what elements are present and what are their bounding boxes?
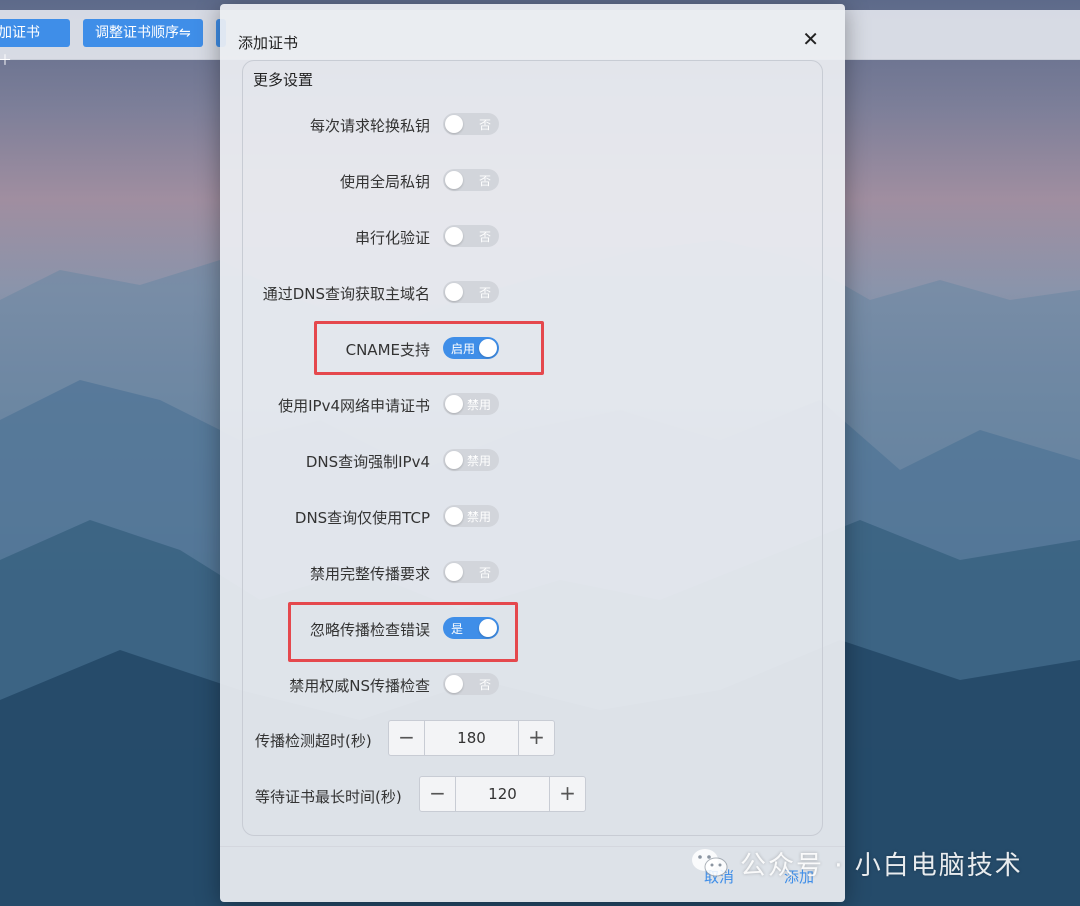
setting-label: 使用IPv4网络申请证书 — [278, 397, 430, 415]
watermark-text: 公众号 · 小白电脑技术 — [740, 850, 1023, 881]
toggle-knob — [445, 227, 463, 245]
dns-main-domain-toggle[interactable]: 否 — [443, 281, 499, 303]
increment-button[interactable]: + — [549, 777, 585, 811]
toggle-knob — [445, 451, 463, 469]
decrement-button[interactable]: − — [389, 721, 425, 755]
ipv4-network-toggle[interactable]: 禁用 — [443, 393, 499, 415]
propagation-timeout-input[interactable]: 180 — [425, 721, 518, 755]
toggle-state: 否 — [478, 118, 491, 132]
toggle-state: 否 — [478, 174, 491, 188]
toggle-knob — [445, 563, 463, 581]
setting-label: 使用全局私钥 — [339, 173, 430, 191]
toggle-knob — [445, 395, 463, 413]
disable-ns-propagation-toggle[interactable]: 否 — [443, 673, 499, 695]
section-title: 更多设置 — [253, 71, 314, 89]
setting-row-dns-tcp-only: DNS查询仅使用TCP 禁用 — [243, 505, 824, 529]
toggle-state: 禁用 — [466, 398, 491, 412]
highlight-box-ignore-errors — [288, 602, 518, 662]
setting-row-ipv4-network: 使用IPv4网络申请证书 禁用 — [243, 393, 824, 417]
add-certificate-dialog: 添加证书 ✕ 更多设置 每次请求轮换私钥 否 使用全局私钥 否 串行化验证 否 … — [220, 4, 845, 902]
serialize-validation-toggle[interactable]: 否 — [443, 225, 499, 247]
toggle-knob — [445, 675, 463, 693]
decrement-button[interactable]: − — [420, 777, 456, 811]
dialog-title: 添加证书 — [238, 34, 299, 52]
setting-label: 每次请求轮换私钥 — [309, 117, 430, 135]
toggle-state: 禁用 — [466, 454, 491, 468]
toggle-state: 否 — [478, 566, 491, 580]
setting-label: 串行化验证 — [354, 229, 430, 247]
watermark: 公众号 · 小白电脑技术 — [690, 843, 1023, 883]
rotate-private-key-toggle[interactable]: 否 — [443, 113, 499, 135]
reorder-certificates-button[interactable]: 调整证书顺序⇋ — [83, 19, 203, 47]
propagation-timeout-label: 传播检测超时(秒) — [255, 732, 372, 750]
setting-row-disable-full-propagation: 禁用完整传播要求 否 — [243, 561, 824, 585]
more-settings-section: 更多设置 每次请求轮换私钥 否 使用全局私钥 否 串行化验证 否 通过DNS查询… — [242, 60, 823, 836]
setting-label: 通过DNS查询获取主域名 — [262, 285, 430, 303]
toggle-knob — [445, 507, 463, 525]
setting-row-serialize-validation: 串行化验证 否 — [243, 225, 824, 249]
wechat-icon — [692, 849, 728, 877]
max-wait-label: 等待证书最长时间(秒) — [255, 788, 402, 806]
increment-button[interactable]: + — [518, 721, 554, 755]
toggle-knob — [445, 171, 463, 189]
close-icon[interactable]: ✕ — [802, 28, 819, 50]
toggle-knob — [445, 283, 463, 301]
setting-row-global-private-key: 使用全局私钥 否 — [243, 169, 824, 193]
dns-force-ipv4-toggle[interactable]: 禁用 — [443, 449, 499, 471]
setting-row-dns-main-domain: 通过DNS查询获取主域名 否 — [243, 281, 824, 305]
setting-row-dns-force-ipv4: DNS查询强制IPv4 禁用 — [243, 449, 824, 473]
toggle-knob — [445, 115, 463, 133]
setting-label: DNS查询强制IPv4 — [305, 453, 430, 471]
setting-label: DNS查询仅使用TCP — [294, 509, 430, 527]
setting-row-rotate-private-key: 每次请求轮换私钥 否 — [243, 113, 824, 137]
setting-row-disable-ns-propagation: 禁用权威NS传播检查 否 — [243, 673, 824, 697]
toggle-state: 禁用 — [466, 510, 491, 524]
add-certificate-button[interactable]: 加证书 ＋ — [0, 19, 70, 69]
dns-tcp-only-toggle[interactable]: 禁用 — [443, 505, 499, 527]
setting-label: 禁用权威NS传播检查 — [289, 677, 430, 695]
toggle-state: 否 — [478, 286, 491, 300]
propagation-timeout-stepper: − 180 + — [388, 720, 555, 756]
toggle-state: 否 — [478, 230, 491, 244]
global-private-key-toggle[interactable]: 否 — [443, 169, 499, 191]
max-wait-input[interactable]: 120 — [456, 777, 549, 811]
setting-label: 禁用完整传播要求 — [309, 565, 430, 583]
toggle-state: 否 — [478, 678, 491, 692]
highlight-box-cname — [314, 321, 544, 375]
max-wait-stepper: − 120 + — [419, 776, 586, 812]
disable-full-propagation-toggle[interactable]: 否 — [443, 561, 499, 583]
